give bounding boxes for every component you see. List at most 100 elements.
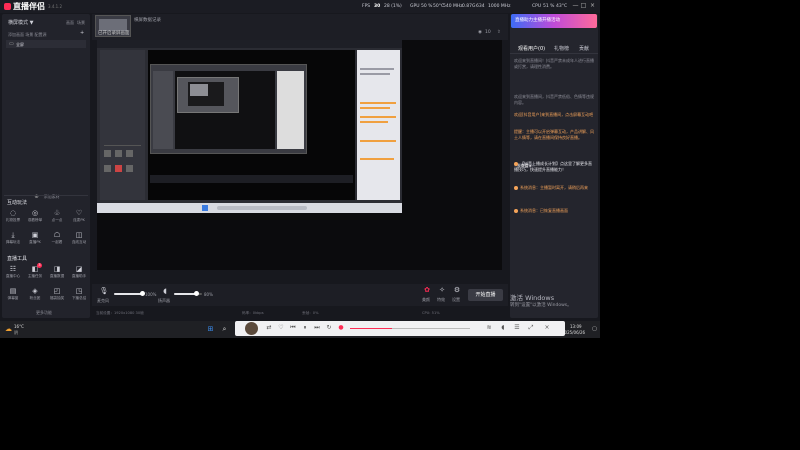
more-functions-link[interactable]: 更多功能 bbox=[36, 310, 52, 316]
app-version: 3.4.1.2 bbox=[48, 4, 62, 9]
tool-item[interactable]: ◧ 3 主播任务 bbox=[24, 263, 46, 281]
avatar[interactable] bbox=[245, 322, 258, 335]
pause-icon[interactable]: ⏸ bbox=[301, 324, 309, 332]
tab-scene[interactable]: 场景 bbox=[77, 20, 85, 26]
live-preview[interactable] bbox=[97, 40, 502, 270]
repeat-icon[interactable]: ↻ bbox=[325, 324, 333, 331]
gpu-mem: 0.87G bbox=[462, 4, 476, 9]
tool-item[interactable]: ◪ 直播助手 bbox=[68, 265, 90, 281]
tool-item-label: 下播总结 bbox=[71, 296, 87, 300]
status-bitrate: 码率：0kbps bbox=[242, 311, 264, 315]
mode-dropdown[interactable]: 横屏模式 ▼ bbox=[8, 19, 33, 26]
interact-title: 互动玩法 bbox=[7, 200, 28, 206]
start-live-button[interactable]: 开始直播 bbox=[468, 289, 503, 301]
record-dot-icon[interactable]: ● bbox=[337, 324, 345, 331]
interact-item-label: 弹幕玩法 bbox=[5, 240, 21, 244]
lyrics-icon[interactable]: ≋ bbox=[485, 324, 493, 331]
playlist-icon[interactable]: ☰ bbox=[513, 324, 521, 331]
notification-icon[interactable]: ▢ bbox=[590, 325, 599, 334]
audio-controls: 🎙︎ 麦克风 100% ◖ 扬声器 80% ✿ 美颜 ✧ 特效 ⚙ 设置 开始直… bbox=[92, 284, 508, 306]
speaker-dot-icon bbox=[514, 162, 518, 166]
interact-item[interactable]: ◫ 连线互动 bbox=[68, 231, 90, 247]
tool-item-icon: ☷ bbox=[9, 265, 17, 273]
tool-item[interactable]: ◨ 直播数据 bbox=[46, 265, 68, 281]
windows-start-icon[interactable]: ⊞ bbox=[206, 325, 215, 334]
add-material-button[interactable]: ⊕ 添加素材 bbox=[22, 183, 72, 200]
next-icon[interactable]: ⏭ bbox=[313, 324, 321, 332]
tool-item-icon: ◳ bbox=[75, 287, 83, 295]
status-resolution: 当前设置：1920x1080 30帧 bbox=[96, 311, 144, 315]
interact-item[interactable]: ◎ 观看榜单 bbox=[24, 209, 46, 225]
settings-label: 设置 bbox=[452, 297, 460, 302]
interact-item[interactable]: ♡ 连麦PK bbox=[68, 209, 90, 225]
tool-item[interactable]: ◳ 下播总结 bbox=[68, 287, 90, 303]
search-icon[interactable]: ⌕ bbox=[220, 325, 229, 334]
mic-slider[interactable] bbox=[114, 291, 145, 296]
tool-item-label: 直播中心 bbox=[5, 274, 21, 278]
mic-value: 100% bbox=[145, 292, 157, 297]
watermark-subtitle: 转到"设置"以激活 Windows。 bbox=[510, 303, 572, 308]
nested-capture-level-2 bbox=[150, 64, 307, 154]
chat-message-text: 系统消息：已恢复直播画面 bbox=[520, 208, 568, 213]
mic-slider-knob[interactable] bbox=[139, 291, 145, 296]
microphone-icon[interactable]: 🎙︎ bbox=[97, 287, 111, 295]
gpu-label: GPU bbox=[410, 4, 420, 9]
cpu-temp: 43°C bbox=[556, 4, 568, 9]
source-item[interactable]: ▭ 全屏 bbox=[6, 40, 86, 48]
expand-icon[interactable]: ⤢ bbox=[527, 324, 535, 332]
tool-item[interactable]: ◈ 粉丝团 bbox=[24, 287, 46, 303]
speaker-icon[interactable]: ◖ bbox=[158, 287, 172, 295]
interact-item[interactable]: ⤓ 弹幕玩法 bbox=[2, 231, 24, 247]
fps-drop: 28 (1%) bbox=[384, 4, 402, 9]
eye-icon[interactable]: ◉ bbox=[478, 30, 482, 35]
interact-item[interactable]: ♧ 点一点 bbox=[46, 209, 68, 225]
tab-gifts[interactable]: 礼物榜 bbox=[554, 45, 569, 52]
app-window: 直播伴侣 3.4.1.2 FPS 30 28 (1%) GPU 50 % 50°… bbox=[0, 0, 600, 338]
speaker-slider-knob[interactable] bbox=[193, 291, 199, 296]
volume-icon[interactable]: ◖ bbox=[499, 324, 507, 331]
fps-label: FPS bbox=[362, 4, 371, 9]
beauty-label: 美颜 bbox=[422, 297, 430, 302]
scene-strip: 横屏数据记录 已开启录屏画面 ◉ 10 ⇧ bbox=[92, 14, 508, 40]
previous-icon[interactable]: ⏮ bbox=[289, 324, 297, 332]
interact-item[interactable]: ◌ 礼物投票 bbox=[2, 209, 24, 225]
tool-item[interactable]: ◰ 福袋抽奖 bbox=[46, 287, 68, 303]
heart-icon[interactable]: ♡ bbox=[277, 324, 285, 331]
promo-banner[interactable]: 直播助力主播开播活动 bbox=[511, 14, 597, 28]
minimize-button[interactable]: — bbox=[572, 2, 579, 9]
tab-contrib[interactable]: 贡献 bbox=[579, 45, 589, 52]
chat-message: 欢迎[抖音用户]来到直播间，点击屏幕互动吧 bbox=[514, 112, 594, 117]
close-button[interactable]: × bbox=[589, 2, 596, 9]
interact-item-label: 一起看 bbox=[51, 240, 63, 244]
maximize-button[interactable]: □ bbox=[580, 2, 587, 9]
interact-item[interactable]: ☖ 一起看 bbox=[46, 231, 68, 247]
add-source-button[interactable]: + bbox=[80, 30, 84, 36]
interact-item[interactable]: ▣ 直播PK bbox=[24, 231, 46, 247]
chat-message: 欢迎来到直播间，抖音严禁低俗、色情等违规内容。 bbox=[514, 94, 594, 105]
interact-item-label: 连麦PK bbox=[73, 218, 85, 222]
chat-message: 提醒：主播可以开启弹幕互动，产品讲解、风土人情等，请在直播间保持良好直播。 bbox=[514, 129, 594, 140]
chat-message: 欢迎来到直播间！抖音严禁未成年人进行直播或打赏，请理性消费。 bbox=[514, 58, 594, 69]
interact-item-icon: ♧ bbox=[53, 209, 61, 217]
nested-title-bar bbox=[97, 40, 402, 48]
beauty-icon[interactable]: ✿ bbox=[420, 286, 434, 294]
tool-item[interactable]: ▤ 弹幕窗 bbox=[2, 287, 24, 303]
interact-item-icon: ▣ bbox=[31, 231, 39, 239]
tool-item[interactable]: ☷ 直播中心 bbox=[2, 265, 24, 281]
mic-slider-fill bbox=[114, 293, 142, 295]
interact-item-icon: ☖ bbox=[53, 231, 61, 239]
weather-icon[interactable]: ☁ bbox=[4, 325, 13, 334]
watermark-title: 激活 Windows bbox=[510, 294, 555, 302]
speaker-slider[interactable] bbox=[174, 291, 202, 296]
right-panel: 直播助力主播开播活动 观看用户(0) 礼物榜 贡献 欢迎来到直播间！抖音严禁未成… bbox=[510, 14, 598, 318]
shuffle-icon[interactable]: ⇄ bbox=[265, 324, 273, 331]
tab-picture[interactable]: 画面 bbox=[66, 20, 74, 26]
gear-icon[interactable]: ⚙ bbox=[450, 286, 464, 294]
tab-viewers[interactable]: 观看用户(0) bbox=[518, 45, 545, 52]
media-progress-track[interactable] bbox=[350, 328, 470, 329]
upload-icon[interactable]: ⇧ bbox=[497, 30, 501, 35]
taskbar-time: 13:09 bbox=[570, 324, 582, 329]
close-icon[interactable]: × bbox=[543, 324, 551, 331]
effects-icon[interactable]: ✧ bbox=[435, 286, 449, 294]
status-bar: 当前设置：1920x1080 30帧 码率：0kbps 丢帧：0% CPU: 5… bbox=[92, 310, 508, 318]
